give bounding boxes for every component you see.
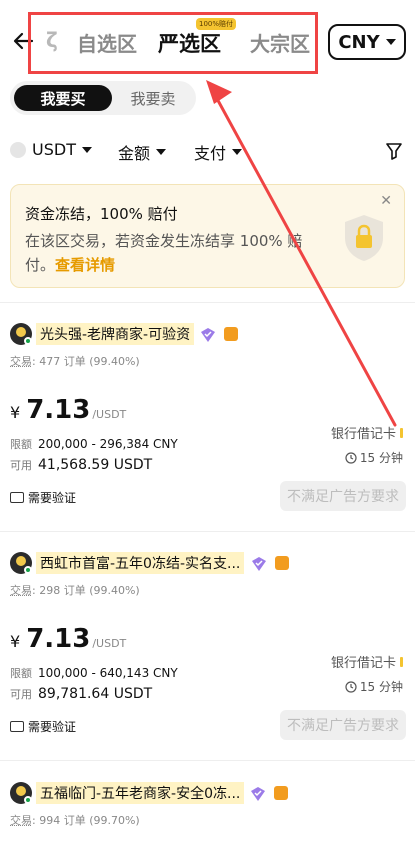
- chevron-down-icon: [232, 149, 243, 155]
- coin-label: USDT: [32, 140, 76, 159]
- tab-strict-select[interactable]: 严选区: [158, 28, 221, 58]
- buy-button-disabled[interactable]: 不满足广告方要求: [280, 481, 406, 511]
- avatar: [10, 552, 32, 574]
- payment-time: 15 分钟: [345, 449, 403, 466]
- limit-row: 限额 200,000 - 296,384 CNY: [10, 437, 178, 451]
- available-row: 可用 89,781.64 USDT: [10, 686, 153, 702]
- trade-stats: 交易: 477 订单 (99.40%): [10, 355, 140, 368]
- currency-selector[interactable]: CNY: [328, 24, 406, 60]
- clock-icon: [345, 451, 357, 464]
- divider: [0, 760, 415, 761]
- divider: [0, 302, 415, 303]
- amount-filter[interactable]: 金额: [118, 140, 167, 164]
- online-status-icon: [24, 337, 32, 345]
- online-status-icon: [24, 796, 32, 804]
- avatar: [10, 323, 32, 345]
- filter-funnel-icon[interactable]: [385, 142, 403, 160]
- buy-tab[interactable]: 我要买: [14, 85, 112, 111]
- trade-stats: 交易: 298 订单 (99.40%): [10, 584, 140, 597]
- chevron-down-icon: [156, 149, 167, 155]
- trade-stats: 交易: 994 订单 (99.70%): [10, 814, 140, 827]
- tab-hidden-partial[interactable]: ζ: [46, 28, 58, 52]
- banner-description: 在该区交易，若资金发生冻结享 100% 赔付。查看详情: [25, 229, 325, 277]
- limit-row: 限额 100,000 - 640,143 CNY: [10, 666, 178, 680]
- guarantee-banner: 资金冻结，100% 赔付 在该区交易，若资金发生冻结享 100% 赔付。查看详情…: [10, 184, 405, 288]
- tab-self-select[interactable]: 自选区: [77, 28, 137, 57]
- ad-card[interactable]: 五福临门-五年老商家-安全0冻... 交易: 994 订单 (99.70%): [0, 782, 415, 862]
- currency-label: CNY: [338, 31, 380, 53]
- merchant-name[interactable]: 西虹市首富-五年0冻结-实名支...: [36, 552, 245, 574]
- avatar: [10, 782, 32, 804]
- payment-method: 银行借记卡: [331, 652, 403, 671]
- ad-card[interactable]: 西虹市首富-五年0冻结-实名支... 交易: 298 订单 (99.40%) ¥…: [0, 552, 415, 752]
- price: ¥7.13/USDT: [10, 395, 127, 425]
- verification-required: 需要验证: [10, 489, 76, 506]
- clock-icon: [345, 680, 357, 693]
- verification-required: 需要验证: [10, 718, 76, 735]
- sell-tab[interactable]: 我要卖: [114, 85, 192, 111]
- payment-label: 支付: [194, 144, 227, 163]
- verified-badge-icon: [251, 787, 265, 801]
- verified-badge-icon: [252, 557, 266, 571]
- amount-label: 金额: [118, 144, 151, 163]
- payment-time: 15 分钟: [345, 678, 403, 695]
- compensation-badge: 100%赔付: [196, 18, 237, 30]
- shield-lock-icon: [345, 215, 383, 261]
- price: ¥7.13/USDT: [10, 624, 127, 654]
- banner-details-link[interactable]: 查看详情: [55, 256, 115, 274]
- payment-filter[interactable]: 支付: [194, 140, 243, 164]
- buy-sell-toggle: 我要买 我要卖: [10, 81, 196, 115]
- buy-button-disabled[interactable]: 不满足广告方要求: [280, 710, 406, 740]
- filter-bar: USDT 金额 支付: [0, 136, 415, 168]
- online-status-icon: [24, 566, 32, 574]
- ad-card[interactable]: 光头强-老牌商家-可验资 交易: 477 订单 (99.40%) ¥7.13/U…: [0, 323, 415, 523]
- verified-badge-icon: [201, 328, 215, 342]
- chevron-down-icon: [81, 146, 92, 153]
- payment-method: 银行借记卡: [331, 423, 403, 442]
- tab-bulk[interactable]: 大宗区: [250, 28, 310, 57]
- divider: [0, 531, 415, 532]
- merchant-level-icon: [275, 556, 289, 570]
- coin-icon: [10, 141, 26, 158]
- chevron-down-icon: [385, 39, 396, 45]
- close-icon[interactable]: ✕: [380, 193, 392, 209]
- id-card-icon: [10, 492, 24, 503]
- banner-title: 资金冻结，100% 赔付: [25, 205, 178, 223]
- top-bar: ζ 自选区 严选区 100%赔付 大宗区 CNY: [0, 0, 415, 80]
- id-card-icon: [10, 721, 24, 732]
- merchant-name[interactable]: 五福临门-五年老商家-安全0冻...: [36, 782, 245, 804]
- coin-filter[interactable]: USDT: [10, 140, 92, 159]
- merchant-level-icon: [274, 786, 288, 800]
- merchant-name[interactable]: 光头强-老牌商家-可验资: [36, 323, 195, 345]
- available-row: 可用 41,568.59 USDT: [10, 457, 153, 473]
- merchant-level-icon: [224, 327, 238, 341]
